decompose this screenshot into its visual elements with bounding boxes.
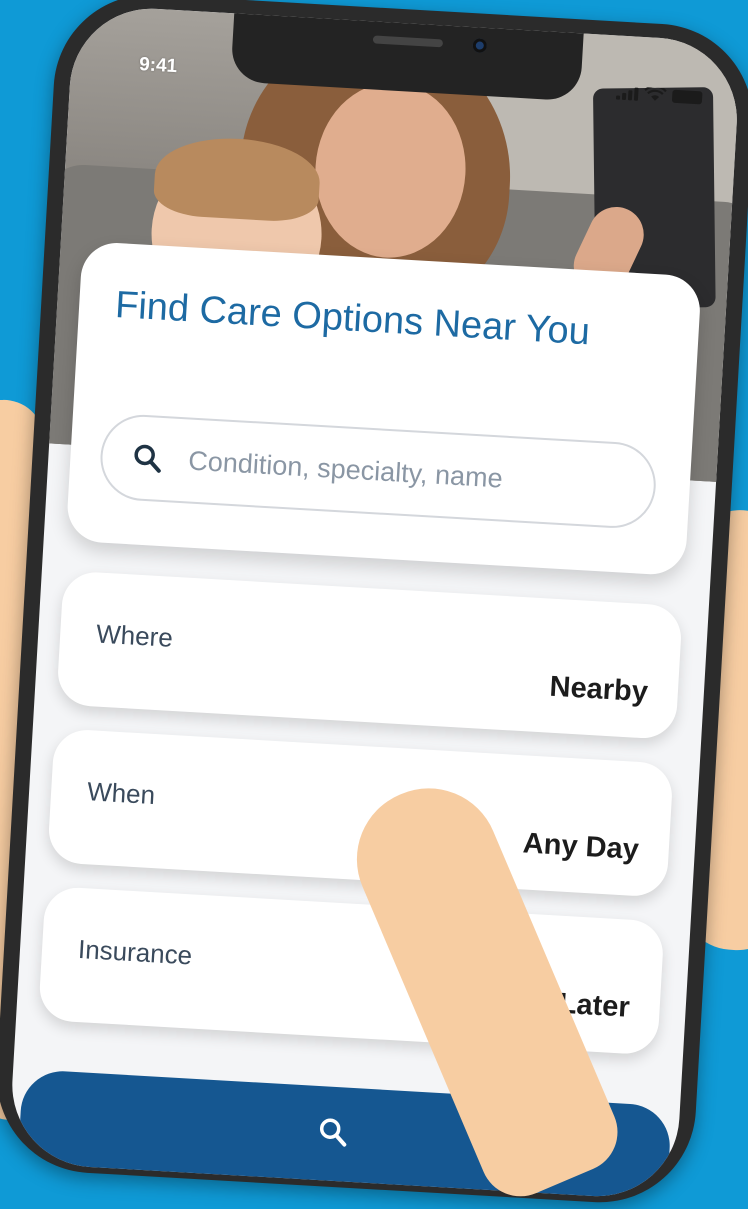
status-time: 9:41 [138,53,178,78]
page-title: Find Care Options Near You [114,284,591,354]
front-camera [472,38,488,53]
search-icon [134,444,161,473]
speaker [372,35,444,48]
search-icon [319,1118,347,1147]
filter-where-label: Where [95,618,174,653]
status-icons [615,86,703,105]
filter-where[interactable]: Where Nearby [56,570,683,740]
filter-when-value: Any Day [521,827,640,867]
filter-insurance-label: Insurance [77,933,193,971]
search-box[interactable] [98,412,659,531]
phone: 9:41 Find Care Options Near You Conditio… [0,0,748,1208]
search-input[interactable] [185,443,611,502]
phone-screen: 9:41 Find Care Options Near You Conditio… [7,4,742,1201]
signal-icon [615,86,639,101]
filter-where-value: Nearby [548,670,649,709]
search-card: Find Care Options Near You [65,241,702,577]
battery-icon [671,89,703,105]
filter-when-label: When [86,776,156,811]
wifi-icon [644,87,667,101]
